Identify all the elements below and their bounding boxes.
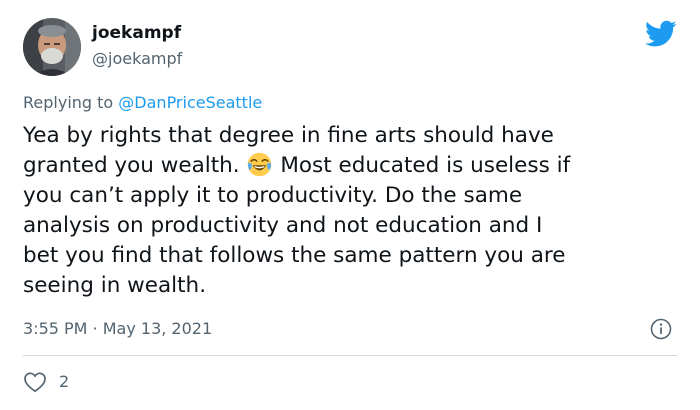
tweet-date[interactable]: May 13, 2021 (103, 319, 212, 338)
tweet-text-fragment: granted you wealth. (23, 153, 240, 178)
tweet-text-line: analysis on productivity and not educati… (23, 213, 543, 238)
replying-to-label: Replying to (23, 93, 119, 112)
reply-mention-link[interactable]: @DanPriceSeattle (118, 93, 262, 112)
avatar[interactable] (23, 18, 81, 76)
face-with-tears-of-joy-icon (247, 152, 272, 177)
tweet-timestamp[interactable]: 3:55 PM · May 13, 2021 (23, 318, 212, 340)
avatar-image (23, 18, 81, 76)
replying-to: Replying to @DanPriceSeattle (23, 92, 262, 114)
heart-icon[interactable] (23, 371, 47, 393)
tweet-card: joekampf @joekampf Replying to @DanPrice… (0, 0, 700, 410)
tweet-time[interactable]: 3:55 PM (23, 319, 87, 338)
tweet-text: Yea by rights that degree in fine arts s… (23, 121, 691, 301)
tweet-text-fragment: Most educated is useless if (280, 153, 571, 178)
tweet-text-line: you can’t apply it to productivity. Do t… (23, 183, 523, 208)
tweet-text-line: seeing in wealth. (23, 273, 207, 298)
tweet-text-line: bet you find that follows the same patte… (23, 243, 566, 268)
like-count: 2 (59, 372, 70, 391)
meta-separator: · (87, 319, 103, 338)
like-button[interactable]: 2 (23, 370, 69, 394)
tweet-text-line: Yea by rights that degree in fine arts s… (23, 123, 554, 148)
user-handle[interactable]: @joekampf (92, 48, 182, 70)
twitter-bird-icon[interactable] (645, 20, 677, 48)
display-name[interactable]: joekampf (92, 22, 182, 44)
info-icon[interactable] (650, 318, 672, 340)
user-block: joekampf @joekampf (92, 22, 182, 70)
tweet-text-line: granted you wealth. Most educated is use… (23, 151, 691, 181)
divider (23, 355, 677, 356)
